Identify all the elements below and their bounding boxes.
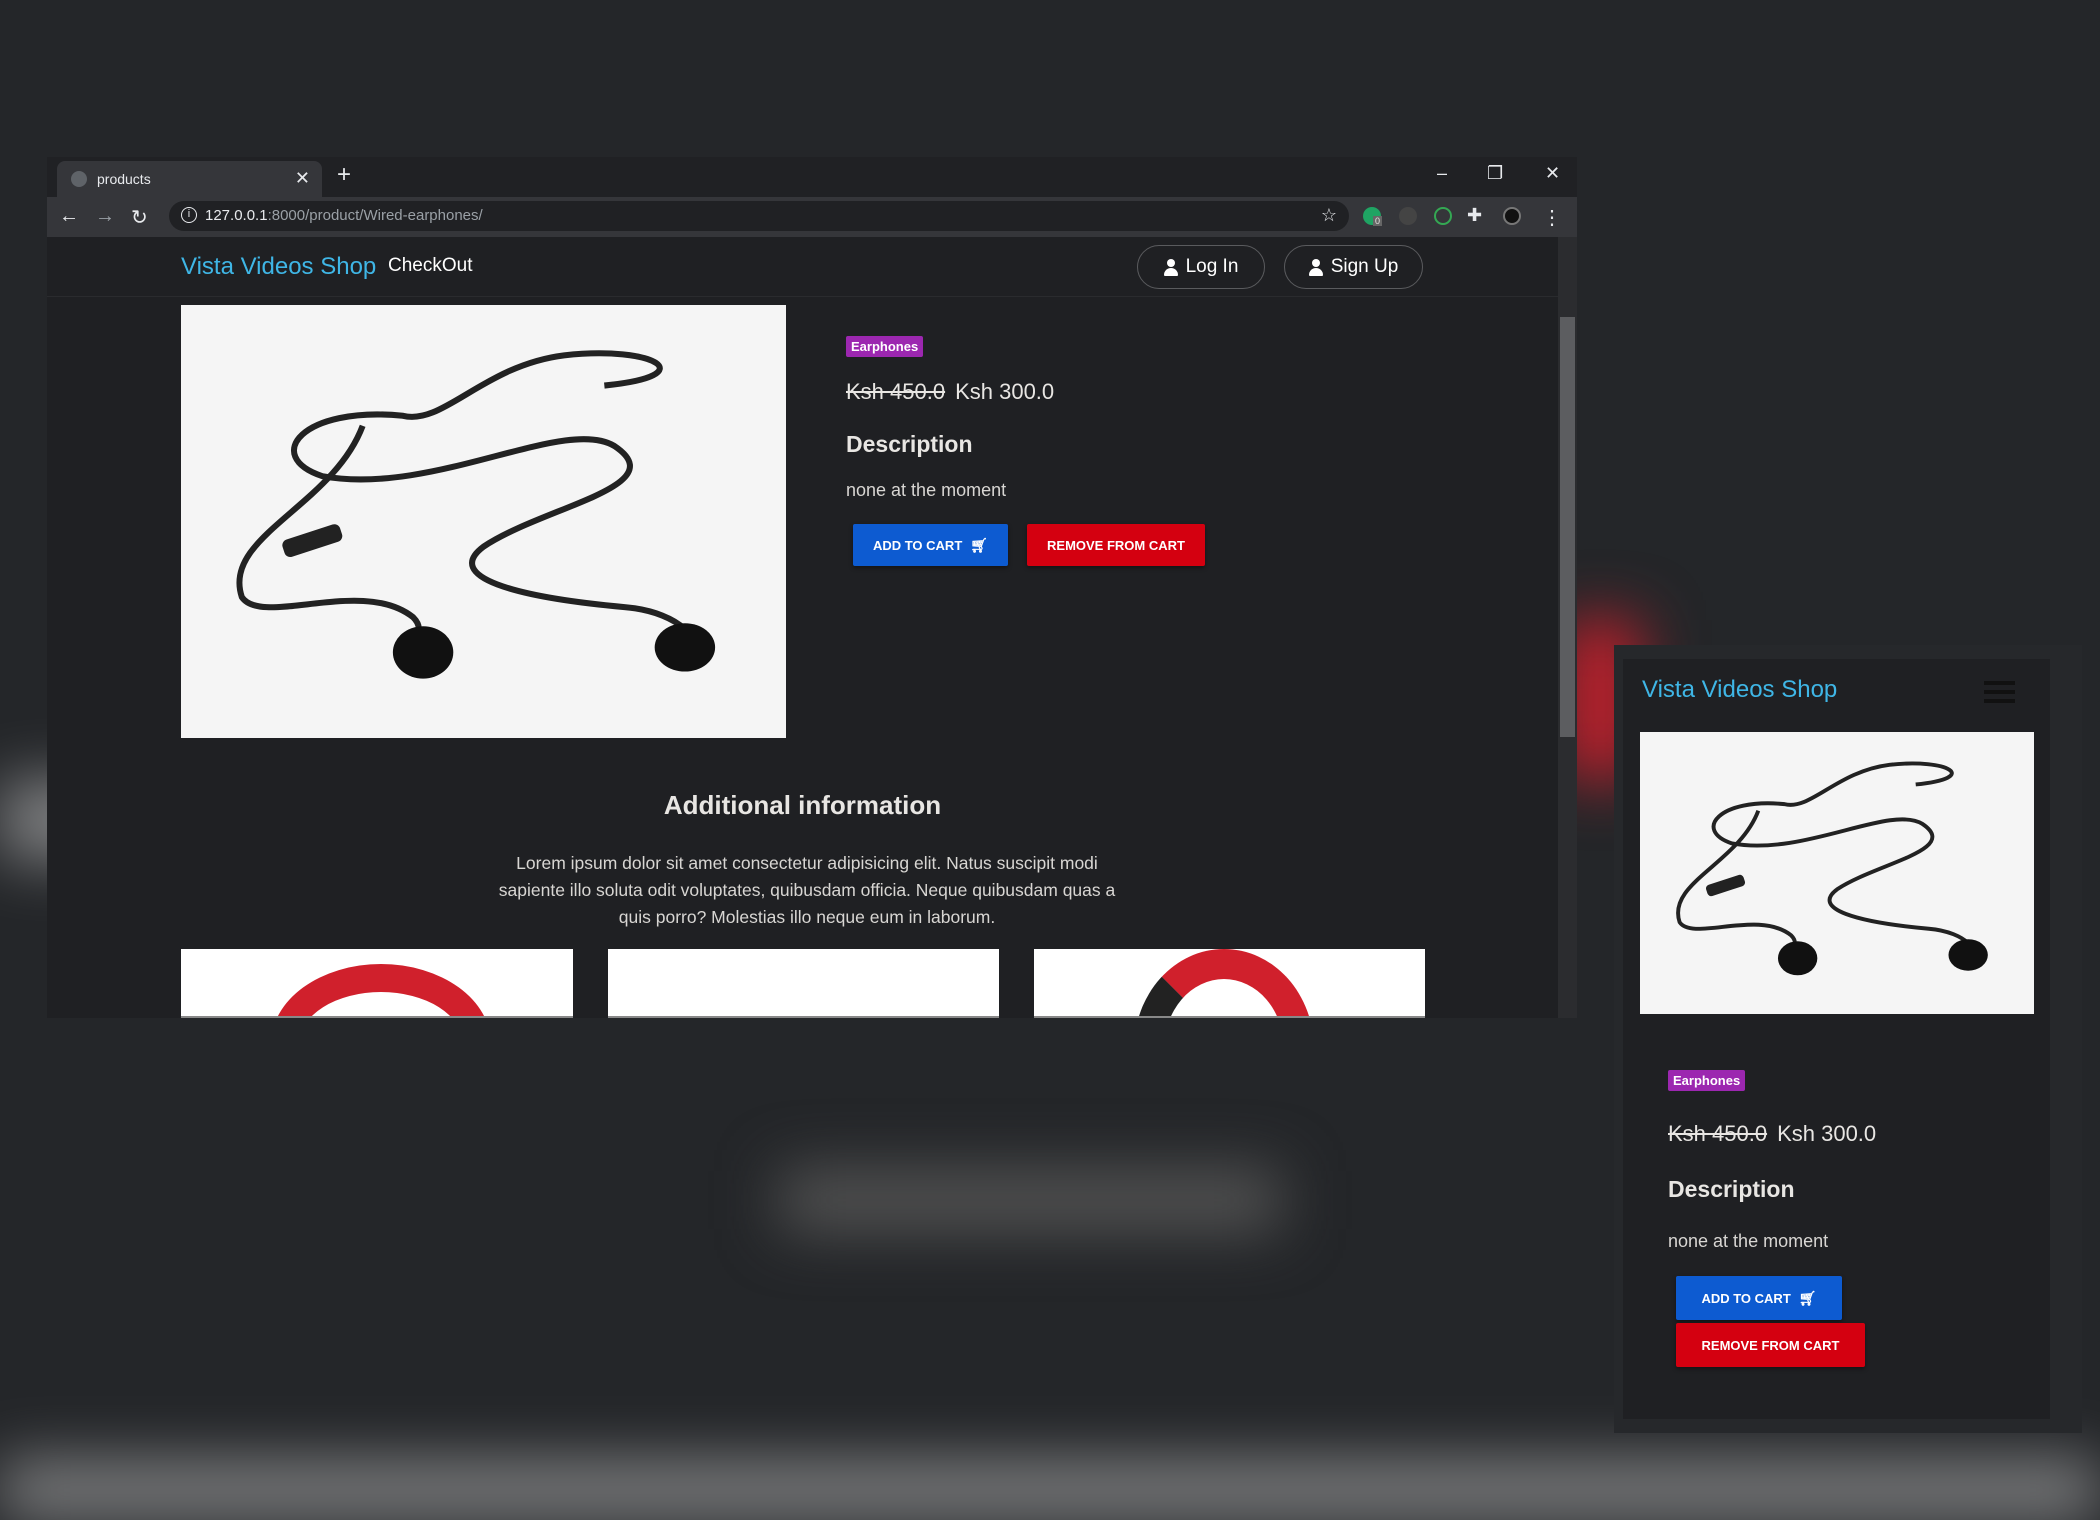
related-product-card[interactable]: [181, 949, 573, 1018]
price: Ksh 450.0 Ksh 300.0: [846, 379, 1054, 405]
cart-icon: 🛒︎: [970, 536, 989, 553]
close-tab-icon[interactable]: ✕: [295, 168, 310, 189]
add-to-cart-button[interactable]: ADD TO CART 🛒︎: [853, 524, 1008, 566]
signup-button[interactable]: Sign Up: [1284, 245, 1423, 289]
profile-avatar[interactable]: [1503, 207, 1521, 225]
old-price: Ksh 450.0: [1668, 1121, 1768, 1146]
extension-icon[interactable]: [1399, 207, 1417, 225]
tab-bar: products ✕ + – ❐ ✕: [47, 157, 1577, 197]
info-icon[interactable]: i: [181, 207, 197, 223]
description-text: none at the moment: [846, 480, 1007, 500]
remove-from-cart-label: REMOVE FROM CART: [1047, 537, 1185, 553]
remove-from-cart-button[interactable]: REMOVE FROM CART: [1676, 1323, 1865, 1367]
add-to-cart-label: ADD TO CART: [872, 537, 963, 553]
extension-icon[interactable]: [1434, 207, 1452, 225]
new-tab-button[interactable]: +: [337, 161, 351, 189]
scrollbar[interactable]: [1558, 237, 1577, 1018]
extensions-puzzle-icon[interactable]: ✚: [1467, 205, 1482, 226]
hamburger-menu-icon[interactable]: [1984, 681, 2015, 685]
background-blur: [0, 1460, 2100, 1520]
related-product-card[interactable]: [1034, 949, 1425, 1018]
minimize-button[interactable]: –: [1437, 163, 1447, 184]
additional-info-heading: Additional information: [663, 790, 942, 820]
current-price: Ksh 300.0: [1777, 1121, 1877, 1146]
user-icon: [1308, 258, 1323, 276]
current-price: Ksh 300.0: [955, 379, 1055, 404]
scrollbar-thumb[interactable]: [1560, 317, 1575, 737]
earphones-image: [236, 350, 716, 679]
tab-title: products: [97, 171, 151, 187]
globe-icon: [71, 171, 87, 187]
forward-icon[interactable]: →: [95, 205, 115, 228]
old-price: Ksh 450.0: [846, 379, 946, 404]
description-heading: Description: [846, 431, 973, 457]
mobile-page: Vista Videos Shop Earphones Ksh 450.0 Ksh…: [1623, 659, 2050, 1419]
extension-shield-icon[interactable]: 0: [1363, 207, 1383, 226]
headphones-image: [271, 964, 491, 1016]
add-to-cart-label: ADD TO CART: [1701, 1290, 1791, 1306]
tab-products[interactable]: products ✕: [57, 161, 322, 197]
add-to-cart-button[interactable]: ADD TO CART 🛒︎: [1676, 1276, 1842, 1320]
mobile-preview: Vista Videos Shop Earphones Ksh 450.0 Ksh…: [1614, 645, 2082, 1433]
price: Ksh 450.0 Ksh 300.0: [1668, 1121, 1876, 1147]
related-product-card[interactable]: [608, 949, 999, 1018]
login-label: Log In: [1185, 256, 1239, 277]
url-path: :8000/product/Wired-earphones/: [267, 207, 483, 224]
earphones-image: [1676, 761, 1988, 976]
url-host: 127.0.0.1: [205, 207, 268, 224]
restore-button[interactable]: ❐: [1487, 163, 1503, 184]
reload-icon[interactable]: ↻: [131, 205, 148, 230]
url-bar[interactable]: i 127.0.0.1:8000/product/Wired-earphones/…: [169, 201, 1349, 231]
background-blur: [780, 1170, 1280, 1230]
brand-link[interactable]: Vista Videos Shop: [181, 253, 376, 281]
brand-link[interactable]: Vista Videos Shop: [1642, 676, 1837, 704]
back-icon[interactable]: ←: [59, 205, 79, 228]
site-navbar: Vista Videos Shop CheckOut Log In Sign U…: [47, 237, 1558, 297]
browser-window: products ✕ + – ❐ ✕ ← → ↻ i 127.0.0.1:8000/…: [47, 157, 1577, 1018]
user-icon: [1163, 258, 1178, 276]
login-button[interactable]: Log In: [1137, 245, 1265, 289]
remove-from-cart-button[interactable]: REMOVE FROM CART: [1027, 524, 1205, 566]
category-badge: Earphones: [846, 336, 924, 357]
close-window-button[interactable]: ✕: [1545, 163, 1560, 184]
remove-from-cart-label: REMOVE FROM CART: [1701, 1337, 1840, 1353]
bookmark-star-icon[interactable]: ☆: [1321, 205, 1337, 226]
category-badge: Earphones: [1668, 1070, 1746, 1091]
address-row: ← → ↻ i 127.0.0.1:8000/product/Wired-earp…: [47, 197, 1577, 237]
checkout-link[interactable]: CheckOut: [388, 255, 472, 277]
product-image: [1640, 732, 2034, 1014]
description-heading: Description: [1668, 1176, 1795, 1202]
menu-kebab-icon[interactable]: ⋮: [1542, 205, 1562, 230]
extension-badge: 0: [1373, 216, 1383, 226]
description-text: none at the moment: [1668, 1231, 1829, 1251]
additional-info-text: Lorem ipsum dolor sit amet consectetur a…: [498, 853, 1116, 927]
headphones-image: [1134, 949, 1314, 1016]
cart-icon: 🛒︎: [1798, 1289, 1817, 1306]
signup-label: Sign Up: [1330, 256, 1399, 277]
product-image: [181, 305, 786, 738]
